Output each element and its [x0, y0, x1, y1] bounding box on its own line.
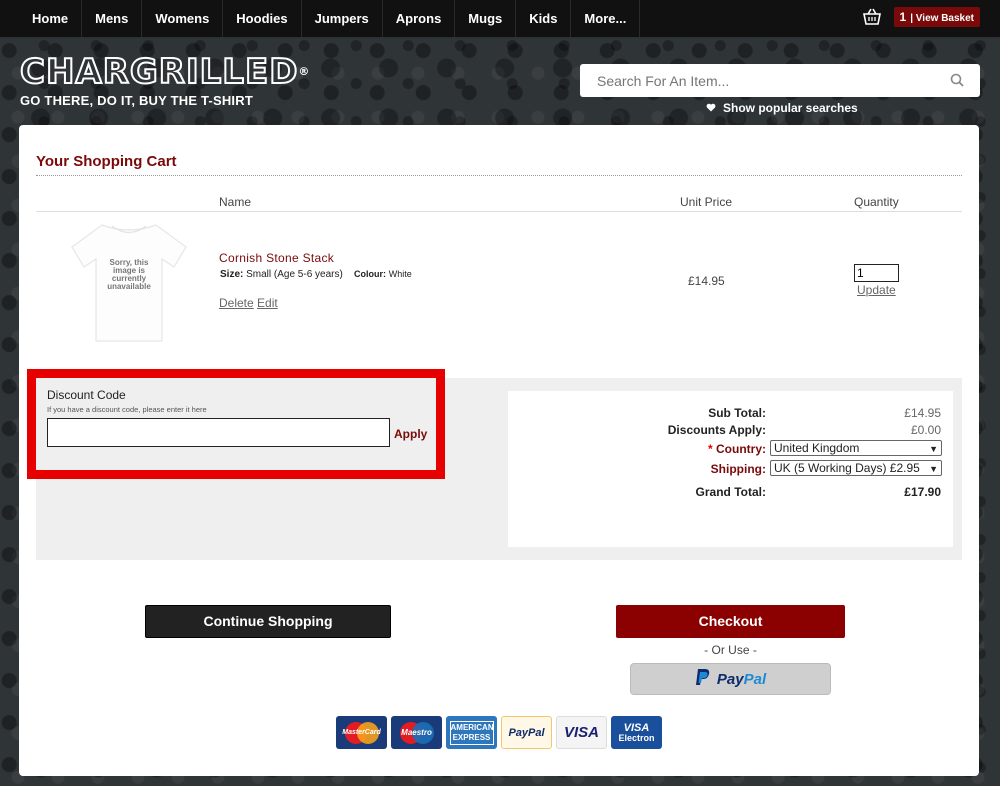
- country-select-value: United Kingdom: [774, 441, 860, 455]
- nav-home[interactable]: Home: [0, 0, 83, 37]
- paypal-icon: [695, 668, 711, 691]
- amex-logo: AMERICAN EXPRESS: [446, 716, 497, 749]
- paypal-card-logo: PayPal: [501, 716, 552, 749]
- search-input[interactable]: [580, 72, 930, 89]
- maestro-logo: Maestro: [391, 716, 442, 749]
- discount-help-text: If you have a discount code, please ente…: [47, 405, 207, 414]
- column-header-name: Name: [219, 195, 252, 209]
- sub-total-label: Sub Total:: [708, 406, 766, 420]
- paypal-wordmark: PayPal: [717, 671, 766, 688]
- product-name-link[interactable]: Cornish Stone Stack: [219, 251, 334, 265]
- edit-link[interactable]: Edit: [257, 296, 278, 310]
- basket-count: 1: [899, 10, 907, 24]
- shipping-select[interactable]: UK (5 Working Days) £2.95 ▼: [770, 460, 942, 476]
- product-options: Size: Small (Age 5-6 years) Colour: Whit…: [220, 269, 412, 280]
- image-unavailable-text: Sorry, this image is currently unavailab…: [107, 258, 151, 291]
- product-image[interactable]: Sorry, this image is currently unavailab…: [64, 217, 194, 345]
- top-navigation: Home Mens Womens Hoodies Jumpers Aprons …: [0, 0, 1000, 37]
- colour-label: Colour:: [353, 269, 386, 279]
- unit-price: £14.95: [688, 274, 725, 288]
- chevron-down-icon: ▼: [929, 464, 938, 474]
- logo-text: CHARGRILLED: [19, 51, 299, 93]
- site-logo[interactable]: CHARGRILLED® GO THERE, DO IT, BUY THE T-…: [19, 51, 311, 108]
- nav-kids[interactable]: Kids: [516, 0, 572, 37]
- nav-mens[interactable]: Mens: [82, 0, 143, 37]
- view-basket-button[interactable]: 1 | View Basket: [893, 7, 980, 27]
- nav-jumpers[interactable]: Jumpers: [302, 0, 383, 37]
- grand-total-value: £17.90: [904, 485, 941, 499]
- column-header-unit-price: Unit Price: [680, 195, 733, 209]
- shipping-select-value: UK (5 Working Days) £2.95: [774, 461, 920, 475]
- or-use-label: - Or Use -: [704, 643, 757, 657]
- cart-panel: Your Shopping Cart Name Unit Price Quant…: [19, 125, 979, 776]
- discount-code-section: Discount Code If you have a discount cod…: [27, 369, 445, 479]
- basket-area: 1 | View Basket: [862, 7, 980, 27]
- column-header-quantity: Quantity: [854, 195, 899, 209]
- logo-wordmark: CHARGRILLED®: [19, 51, 311, 93]
- amex-text: AMERICAN EXPRESS: [449, 720, 494, 745]
- chevron-down-icon: ▼: [929, 444, 938, 454]
- discounts-value: £0.00: [910, 423, 941, 437]
- nav-aprons[interactable]: Aprons: [383, 0, 456, 37]
- continue-shopping-button[interactable]: Continue Shopping: [145, 605, 391, 638]
- maestro-text: Maestro: [401, 727, 432, 737]
- header-divider: [36, 211, 962, 212]
- checkout-button[interactable]: Checkout: [616, 605, 845, 638]
- view-basket-label: | View Basket: [910, 13, 974, 24]
- apply-discount-button[interactable]: Apply: [394, 427, 427, 441]
- visa-electron-logo: VISA Electron: [611, 716, 662, 749]
- popular-searches-link[interactable]: Show popular searches: [706, 101, 858, 115]
- country-select[interactable]: United Kingdom ▼: [770, 440, 942, 456]
- heart-icon: [706, 101, 716, 115]
- grand-total-label: Grand Total:: [695, 485, 766, 499]
- visa-electron-bottom: Electron: [618, 732, 655, 743]
- paypal-card-text: PayPal: [508, 726, 545, 739]
- colour-value: White: [388, 269, 412, 279]
- mastercard-logo: MasterCard: [336, 716, 387, 749]
- order-totals: Sub Total: £14.95 Discounts Apply: £0.00…: [508, 391, 953, 547]
- visa-logo: VISA: [556, 716, 607, 749]
- discounts-label: Discounts Apply:: [667, 423, 766, 437]
- title-divider: [36, 175, 962, 176]
- basket-icon[interactable]: [862, 8, 882, 26]
- delete-link[interactable]: Delete: [219, 296, 254, 310]
- visa-electron-top: VISA: [623, 721, 650, 734]
- country-label: * Country:: [708, 442, 766, 456]
- registered-mark: ®: [298, 65, 311, 78]
- logo-tagline: GO THERE, DO IT, BUY THE T-SHIRT: [20, 93, 253, 108]
- discount-code-input[interactable]: [47, 418, 390, 447]
- discount-title: Discount Code: [47, 388, 126, 402]
- nav-more[interactable]: More...: [571, 0, 641, 37]
- popular-searches-label: Show popular searches: [723, 101, 858, 115]
- size-value: Small (Age 5-6 years): [246, 269, 343, 280]
- search-bar: [580, 64, 980, 97]
- update-quantity-link[interactable]: Update: [857, 283, 896, 297]
- sub-total-value: £14.95: [904, 406, 941, 420]
- paypal-pay: Pay: [716, 670, 744, 688]
- mastercard-text: MasterCard: [342, 728, 381, 736]
- accepted-payment-cards: MasterCard Maestro AMERICAN EXPRESS PayP…: [336, 716, 662, 749]
- shipping-label: Shipping:: [710, 462, 766, 476]
- quantity-input[interactable]: [854, 264, 899, 282]
- paypal-pal: Pal: [743, 670, 767, 688]
- search-icon[interactable]: [950, 73, 964, 92]
- product-actions: Delete Edit: [219, 296, 278, 310]
- country-label-text: Country:: [716, 442, 766, 456]
- size-label: Size:: [220, 269, 244, 280]
- page-title: Your Shopping Cart: [36, 153, 177, 170]
- visa-text: VISA: [563, 723, 599, 741]
- nav-mugs[interactable]: Mugs: [455, 0, 517, 37]
- paypal-checkout-button[interactable]: PayPal: [630, 663, 831, 695]
- nav-womens[interactable]: Womens: [142, 0, 224, 37]
- required-star: *: [707, 442, 713, 456]
- nav-hoodies[interactable]: Hoodies: [223, 0, 302, 37]
